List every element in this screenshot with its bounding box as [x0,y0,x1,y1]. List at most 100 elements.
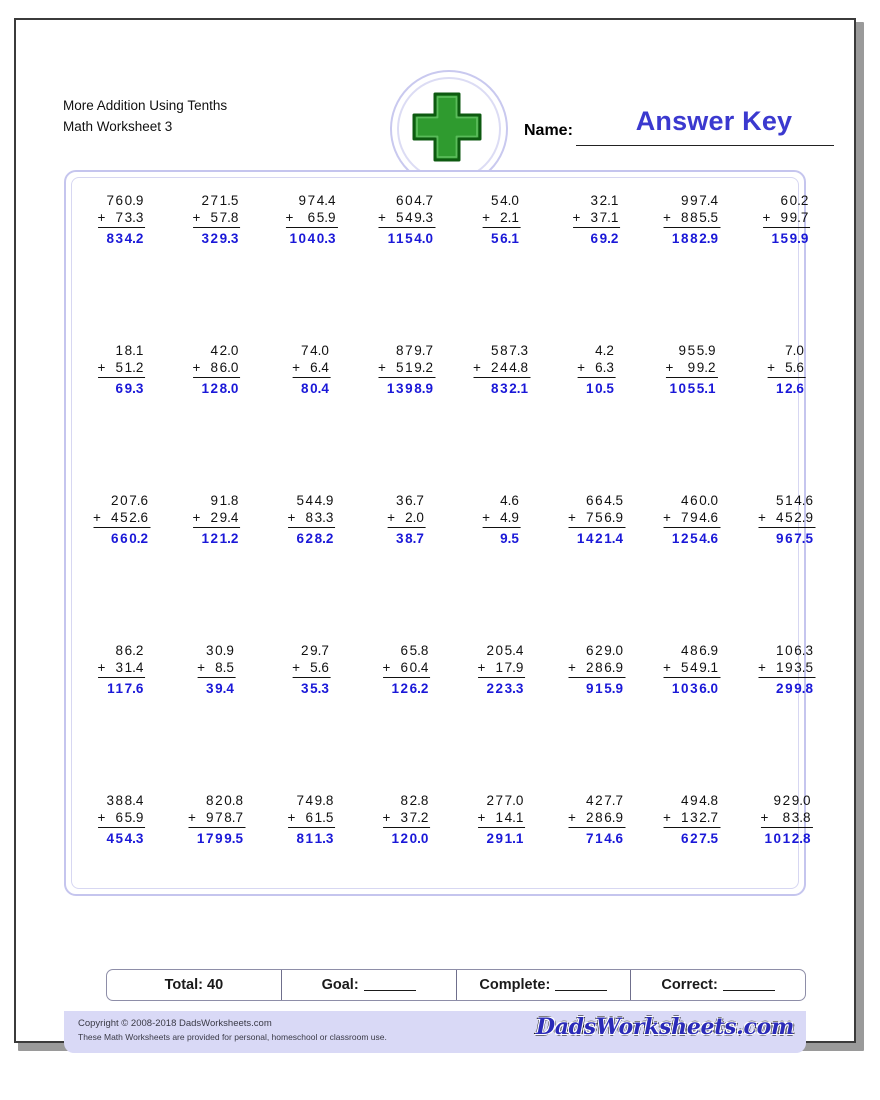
problem-cell: 106.3 +193.5 299.8 [739,642,834,792]
answer-value: 1154.0 [387,231,433,246]
problem-cell: 997.4 +885.5 1882.9 [644,192,739,342]
answer-value: 159.9 [771,231,809,246]
problem-cell: 4.2 +6.3 10.5 [549,342,644,492]
problem-cell: 205.4 +17.9 223.3 [454,642,549,792]
name-field-group: Name: Answer Key [524,106,834,156]
operator-symbol: + [292,660,300,675]
score-complete[interactable]: Complete: [457,970,632,1000]
problem-cell: 929.0 +83.8 1012.8 [739,792,834,942]
answer-value: 38.7 [396,531,424,546]
operator-symbol: + [93,510,101,525]
problem-cell: 486.9 +549.1 1036.0 [644,642,739,792]
score-correct[interactable]: Correct: [631,970,805,1000]
answer-value: 1036.0 [671,681,718,696]
addition-problem: 4.6 +4.9 9.5 [482,492,521,547]
answer-value: 126.2 [391,681,429,696]
addend-bottom: +57.8 [192,210,239,225]
addend-top: 587.3 [491,343,528,358]
operator-symbol: + [568,810,576,825]
problem-rule-line [378,377,435,378]
addend-bottom: +99.2 [665,360,716,375]
operator-symbol: + [758,510,766,525]
addition-problem: 664.5 +756.9 1421.4 [568,492,625,547]
operator-symbol: + [572,210,581,225]
addition-problem: 997.4 +885.5 1882.9 [663,192,720,247]
addend-bottom: +8.5 [197,660,234,675]
answer-value: 832.1 [491,381,528,396]
problem-rule-line [192,527,241,528]
addend-top: 4.6 [500,493,519,508]
operator-symbol: + [758,660,766,675]
problem-rule-line [663,227,720,228]
addition-problem: 205.4 +17.9 223.3 [477,642,526,697]
problem-rule-line [382,827,431,828]
operator-symbol: + [97,810,106,825]
correct-blank[interactable] [722,979,775,991]
addend-bottom: +193.5 [758,660,813,675]
title-line-1: More Addition Using Tenths [63,98,228,113]
addend-bottom: +756.9 [568,510,623,525]
problem-cell: 587.3 +244.8 832.1 [454,342,549,492]
answer-key-label: Answer Key [635,106,793,136]
answer-value: 12.6 [776,381,804,396]
addend-bottom: +17.9 [477,660,524,675]
problem-cell: 32.1 +37.1 69.2 [549,192,644,342]
problem-grid: 760.9 +73.3 834.2 271.5 +57.8 329.3 974.4 +65.9… [74,192,834,942]
addend-top: 30.9 [206,643,234,658]
addend-top: 86.2 [115,643,144,658]
problem-row: 388.4 +65.9 454.3 820.8 +978.7 1799.5 749.8 +61… [74,792,834,942]
problem-cell: 91.8 +29.4 121.2 [169,492,264,642]
addition-problem: 494.8 +132.7 627.5 [663,792,720,847]
name-label: Name: [524,122,573,139]
addend-bottom: +99.7 [762,210,809,225]
addend-bottom: +73.3 [97,210,144,225]
score-goal[interactable]: Goal: [282,970,457,1000]
answer-value: 80.4 [301,381,329,396]
addend-top: 514.6 [776,493,813,508]
problem-cell: 60.2 +99.7 159.9 [739,192,834,342]
addend-bottom: +2.1 [482,210,519,225]
usage-line: These Math Worksheets are provided for p… [78,1032,387,1043]
addend-bottom: +60.4 [382,660,429,675]
addition-problem: 629.0 +286.9 915.9 [568,642,625,697]
addend-bottom: +31.4 [97,660,144,675]
problem-cell: 749.8 +61.5 811.3 [264,792,359,942]
complete-label: Complete: [479,977,551,993]
addend-top: 388.4 [106,793,144,808]
problem-rule-line [287,827,336,828]
addend-top: 106.3 [776,643,813,658]
operator-symbol: + [473,360,481,375]
addend-bottom: +2.0 [387,510,424,525]
operator-symbol: + [577,360,585,375]
problem-rule-line [663,827,720,828]
problem-row: 760.9 +73.3 834.2 271.5 +57.8 329.3 974.4 +65.9… [74,192,834,342]
addend-bottom: +37.1 [572,210,619,225]
goal-blank[interactable] [363,979,416,991]
addend-top: 91.8 [210,493,239,508]
operator-symbol: + [287,510,296,525]
problem-cell: 460.0 +794.6 1254.6 [644,492,739,642]
answer-value: 660.2 [111,531,148,546]
addition-problem: 271.5 +57.8 329.3 [192,192,241,247]
addition-problem: 36.7 +2.0 38.7 [387,492,426,547]
problem-cell: 271.5 +57.8 329.3 [169,192,264,342]
operator-symbol: + [477,660,486,675]
addend-top: 18.1 [115,343,144,358]
operator-symbol: + [387,510,395,525]
addition-problem: 106.3 +193.5 299.8 [758,642,815,697]
addition-problem: 7.0 +5.6 12.6 [767,342,806,397]
addend-bottom: +549.3 [378,210,433,225]
problem-row: 207.6 +452.6 660.2 91.8 +29.4 121.2 544.9 +83.3… [74,492,834,642]
problem-cell: 629.0 +286.9 915.9 [549,642,644,792]
answer-value: 714.6 [586,831,623,846]
addend-bottom: +65.9 [97,810,144,825]
problem-rule-line [663,677,720,678]
name-input-rule[interactable] [576,145,834,146]
addition-problem: 749.8 +61.5 811.3 [287,792,336,847]
addition-problem: 514.6 +452.9 967.5 [758,492,815,547]
operator-symbol: + [188,810,196,825]
complete-blank[interactable] [555,979,608,991]
addition-problem: 486.9 +549.1 1036.0 [663,642,720,697]
addend-top: 629.0 [586,643,623,658]
problem-rule-line [762,227,811,228]
